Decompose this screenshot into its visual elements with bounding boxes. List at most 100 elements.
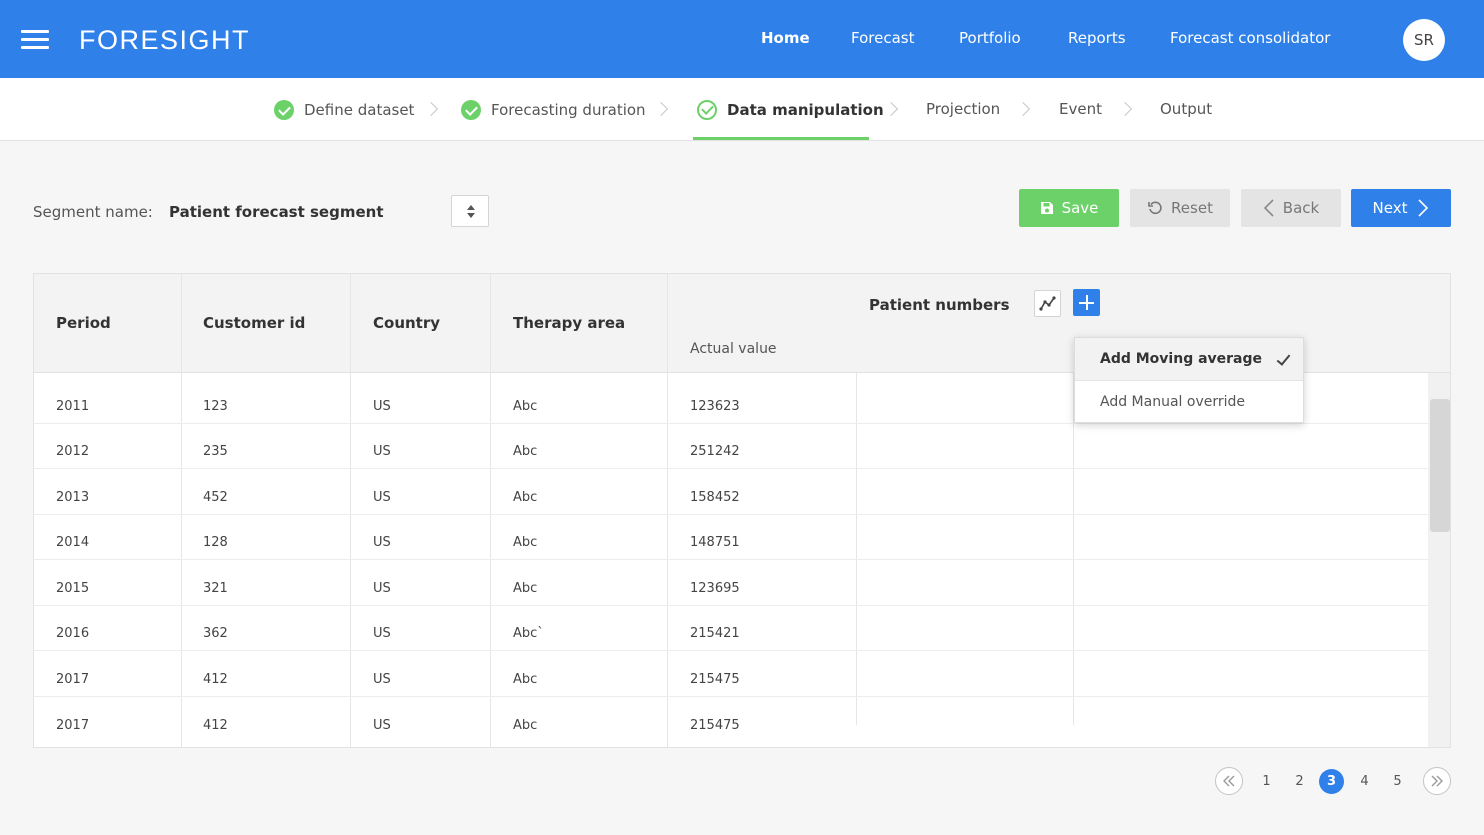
cell-customer-id: 321 xyxy=(203,581,228,596)
step-event[interactable]: Event xyxy=(1059,100,1102,118)
table-row[interactable]: 2012 235 US Abc 251242 xyxy=(34,424,1428,469)
page-3[interactable]: 3 xyxy=(1319,769,1344,794)
cell-country: US xyxy=(373,718,391,733)
next-button-label: Next xyxy=(1372,199,1408,217)
nav-forecast-consolidator[interactable]: Forecast consolidator xyxy=(1170,29,1330,47)
active-step-indicator xyxy=(693,137,869,140)
nav-home[interactable]: Home xyxy=(761,29,810,47)
menu-item-add-moving-average[interactable]: Add Moving average xyxy=(1075,338,1303,381)
segment-name-value: Patient forecast segment xyxy=(169,203,384,221)
cell-customer-id: 362 xyxy=(203,626,228,641)
cell-therapy-area: Abc xyxy=(513,672,538,687)
cell-country: US xyxy=(373,399,391,414)
chevron-left-icon xyxy=(1263,199,1274,217)
double-chevron-right-icon xyxy=(1431,775,1443,787)
page-2[interactable]: 2 xyxy=(1287,769,1312,794)
cell-period: 2015 xyxy=(56,581,90,596)
column-header-customer-id[interactable]: Customer id xyxy=(203,314,305,332)
reset-button[interactable]: Reset xyxy=(1130,189,1230,227)
cell-customer-id: 412 xyxy=(203,672,228,687)
scrollbar-thumb[interactable] xyxy=(1430,399,1450,532)
add-column-dropdown: Add Moving average Add Manual override xyxy=(1074,337,1304,423)
user-avatar[interactable]: SR xyxy=(1403,19,1445,61)
cell-therapy-area: Abc xyxy=(513,444,538,459)
table-row[interactable]: 2016 362 US Abc` 215421 xyxy=(34,606,1428,651)
caret-up-icon xyxy=(467,205,475,210)
column-header-period[interactable]: Period xyxy=(56,314,111,332)
reset-button-label: Reset xyxy=(1171,199,1213,217)
cell-period: 2017 xyxy=(56,672,90,687)
chevron-right-icon xyxy=(1418,199,1429,217)
cell-country: US xyxy=(373,581,391,596)
app-brand[interactable]: FORESIGHT xyxy=(79,25,250,56)
step-forecasting-duration[interactable]: Forecasting duration xyxy=(461,100,646,120)
cell-customer-id: 123 xyxy=(203,399,228,414)
cell-actual-value: 148751 xyxy=(690,535,740,550)
cell-period: 2017 xyxy=(56,718,90,733)
checkmark-icon xyxy=(1276,351,1291,366)
cell-therapy-area: Abc xyxy=(513,399,538,414)
step-label: Event xyxy=(1059,100,1102,118)
column-header-actual-value[interactable]: Actual value xyxy=(690,341,777,357)
last-page-button[interactable] xyxy=(1423,767,1451,795)
nav-portfolio[interactable]: Portfolio xyxy=(959,29,1021,47)
trend-line-icon xyxy=(1039,296,1056,311)
cell-country: US xyxy=(373,535,391,550)
check-circle-icon xyxy=(461,100,481,120)
column-group-patient-numbers: Patient numbers xyxy=(869,296,1010,314)
add-column-button[interactable] xyxy=(1073,289,1100,316)
cell-actual-value: 215475 xyxy=(690,672,740,687)
table-row[interactable]: 2014 128 US Abc 148751 xyxy=(34,515,1428,560)
reset-icon xyxy=(1148,201,1162,215)
cell-country: US xyxy=(373,626,391,641)
chevron-right-icon xyxy=(423,101,439,117)
menu-icon[interactable] xyxy=(21,30,49,50)
table-row[interactable]: 2013 452 US Abc 158452 xyxy=(34,470,1428,515)
cell-actual-value: 215475 xyxy=(690,718,740,733)
step-output[interactable]: Output xyxy=(1160,100,1212,118)
cell-period: 2016 xyxy=(56,626,90,641)
back-button[interactable]: Back xyxy=(1241,189,1341,227)
menu-item-label: Add Moving average xyxy=(1100,351,1263,367)
cell-actual-value: 215421 xyxy=(690,626,740,641)
segment-name-label: Segment name: xyxy=(33,203,153,221)
chevron-right-icon xyxy=(883,101,899,117)
step-label: Forecasting duration xyxy=(491,101,646,119)
step-label: Projection xyxy=(926,100,1001,118)
table-row[interactable]: 2015 321 US Abc 123695 xyxy=(34,561,1428,606)
caret-down-icon xyxy=(467,213,475,218)
menu-item-label: Add Manual override xyxy=(1100,394,1245,410)
table-row[interactable]: 2017 412 US Abc 215475 xyxy=(34,652,1428,697)
step-label: Data manipulation xyxy=(727,101,884,119)
page-4[interactable]: 4 xyxy=(1352,769,1377,794)
cell-therapy-area: Abc xyxy=(513,490,538,505)
page-5[interactable]: 5 xyxy=(1385,769,1410,794)
cell-actual-value: 251242 xyxy=(690,444,740,459)
cell-period: 2011 xyxy=(56,399,90,414)
back-button-label: Back xyxy=(1282,199,1320,217)
cell-therapy-area: Abc xyxy=(513,535,538,550)
chart-trend-button[interactable] xyxy=(1034,290,1061,317)
menu-item-add-manual-override[interactable]: Add Manual override xyxy=(1075,381,1303,424)
column-header-country[interactable]: Country xyxy=(373,314,440,332)
check-circle-icon xyxy=(274,100,294,120)
table-row[interactable]: 2017 412 US Abc 215475 xyxy=(34,698,1428,743)
segment-select-toggle[interactable] xyxy=(451,195,489,227)
chevron-right-icon xyxy=(653,101,669,117)
step-define-dataset[interactable]: Define dataset xyxy=(274,100,414,120)
nav-forecast[interactable]: Forecast xyxy=(851,29,914,47)
next-button[interactable]: Next xyxy=(1351,189,1451,227)
step-data-manipulation[interactable]: Data manipulation xyxy=(697,100,884,120)
cell-country: US xyxy=(373,444,391,459)
double-chevron-left-icon xyxy=(1223,775,1235,787)
save-button[interactable]: Save xyxy=(1019,189,1119,227)
first-page-button[interactable] xyxy=(1215,767,1243,795)
step-projection[interactable]: Projection xyxy=(926,100,1000,118)
column-header-therapy-area[interactable]: Therapy area xyxy=(513,314,625,332)
nav-reports[interactable]: Reports xyxy=(1068,29,1126,47)
save-button-label: Save xyxy=(1061,199,1099,217)
step-label: Output xyxy=(1160,100,1213,118)
cell-customer-id: 235 xyxy=(203,444,228,459)
cell-therapy-area: Abc` xyxy=(513,626,544,641)
page-1[interactable]: 1 xyxy=(1254,769,1279,794)
